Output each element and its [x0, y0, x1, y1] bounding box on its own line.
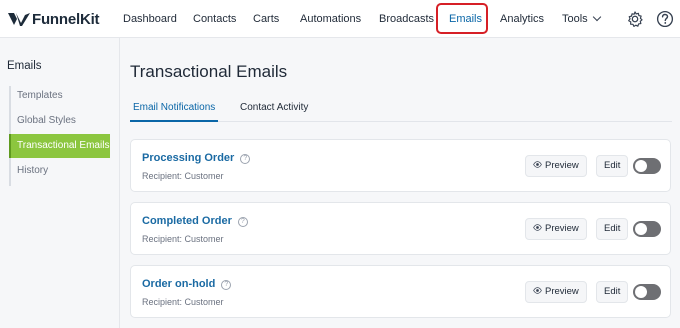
- funnelkit-logo[interactable]: FunnelKit: [7, 10, 100, 28]
- help-icon[interactable]: ?: [240, 154, 251, 164]
- preview-button[interactable]: Preview: [525, 281, 587, 303]
- nav-dashboard[interactable]: Dashboard: [123, 0, 177, 38]
- eye-icon: [533, 161, 542, 168]
- enable-toggle[interactable]: [633, 158, 661, 174]
- nav-emails[interactable]: Emails: [449, 0, 482, 38]
- email-recipient: Recipient: Customer: [142, 234, 224, 244]
- email-recipient: Recipient: Customer: [142, 171, 224, 181]
- sidebar-title: Emails: [7, 60, 42, 72]
- tab-contact-activity[interactable]: Contact Activity: [240, 96, 308, 122]
- nav-tools-label: Tools: [562, 13, 588, 25]
- brand-name: FunnelKit: [32, 10, 100, 28]
- gear-icon[interactable]: [626, 10, 644, 28]
- help-icon[interactable]: ?: [237, 217, 248, 227]
- sidebar-item-global-styles[interactable]: Global Styles: [9, 109, 110, 133]
- nav-tools[interactable]: Tools: [562, 0, 601, 38]
- preview-label: Preview: [545, 223, 579, 234]
- preview-button[interactable]: Preview: [525, 218, 587, 240]
- email-title[interactable]: Order on-hold?: [142, 278, 232, 291]
- edit-button[interactable]: Edit: [596, 218, 629, 240]
- edit-button[interactable]: Edit: [596, 155, 629, 177]
- email-title[interactable]: Completed Order?: [142, 215, 248, 228]
- preview-label: Preview: [545, 286, 579, 297]
- email-card-completed-order: Completed Order? Recipient: Customer Pre…: [130, 202, 671, 255]
- sidebar-item-history[interactable]: History: [9, 159, 110, 183]
- preview-button[interactable]: Preview: [525, 155, 587, 177]
- email-title-text: Order on-hold: [142, 278, 216, 290]
- tab-email-notifications[interactable]: Email Notifications: [130, 96, 219, 122]
- eye-icon: [533, 224, 542, 231]
- nav-broadcasts[interactable]: Broadcasts: [379, 0, 434, 38]
- edit-button[interactable]: Edit: [596, 281, 629, 303]
- nav-analytics[interactable]: Analytics: [500, 0, 544, 38]
- sidebar-item-transactional-emails[interactable]: Transactional Emails: [9, 134, 110, 158]
- email-card-processing-order: Processing Order? Recipient: Customer Pr…: [130, 139, 671, 192]
- funnelkit-logo-icon: [8, 13, 30, 26]
- chevron-down-icon: [592, 12, 601, 22]
- email-title-text: Processing Order: [142, 152, 235, 164]
- tab-bar: Email Notifications Contact Activity: [130, 96, 672, 122]
- eye-icon: [533, 287, 542, 294]
- sidebar: Emails Templates Global Styles Transacti…: [0, 38, 120, 328]
- nav-carts[interactable]: Carts: [253, 0, 279, 38]
- help-icon[interactable]: [656, 10, 674, 28]
- email-title[interactable]: Processing Order?: [142, 152, 251, 165]
- nav-contacts[interactable]: Contacts: [193, 0, 236, 38]
- nav-automations[interactable]: Automations: [300, 0, 361, 38]
- enable-toggle[interactable]: [633, 284, 661, 300]
- email-title-text: Completed Order: [142, 215, 232, 227]
- top-navigation-bar: FunnelKit Dashboard Contacts Carts Autom…: [0, 0, 680, 38]
- email-recipient: Recipient: Customer: [142, 297, 224, 307]
- sidebar-item-templates[interactable]: Templates: [9, 84, 110, 108]
- email-card-order-on-hold: Order on-hold? Recipient: Customer Previ…: [130, 265, 671, 318]
- page-title: Transactional Emails: [130, 62, 288, 81]
- help-icon[interactable]: ?: [221, 280, 232, 290]
- enable-toggle[interactable]: [633, 221, 661, 237]
- preview-label: Preview: [545, 160, 579, 171]
